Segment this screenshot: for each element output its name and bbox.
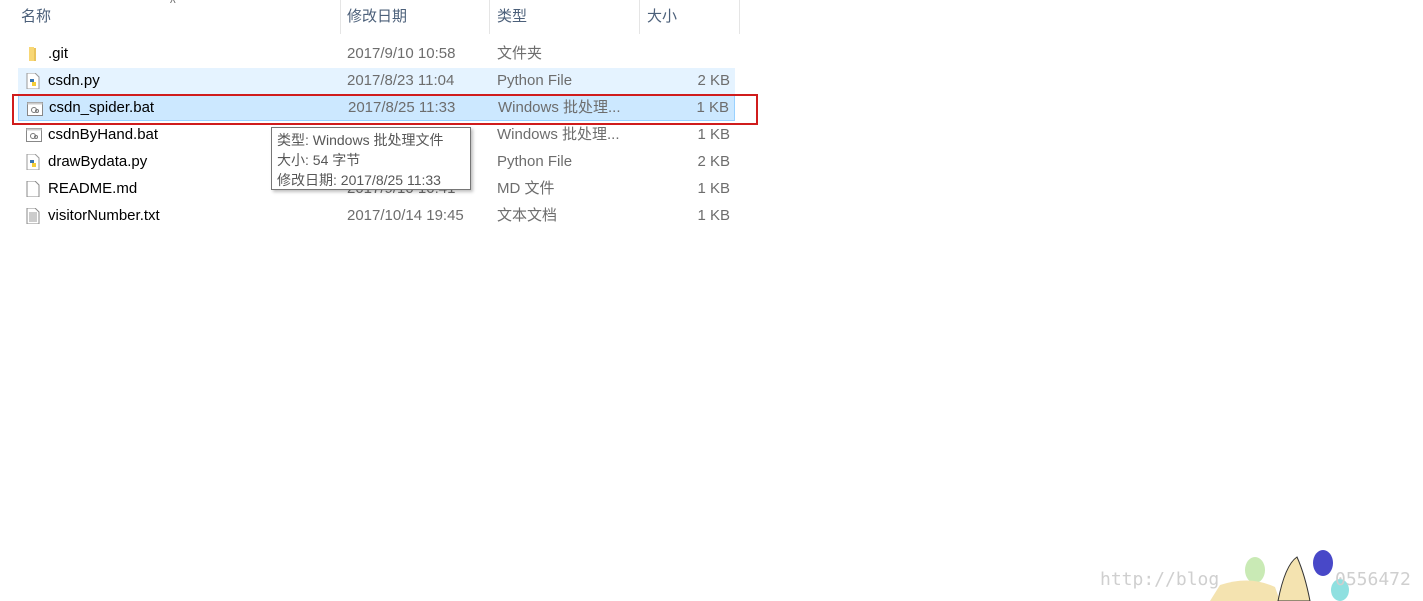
batch-file-icon	[26, 128, 42, 142]
file-name: csdnByHand.bat	[48, 126, 159, 143]
watermark-text: 0556472	[1335, 569, 1411, 590]
file-type: MD 文件	[497, 180, 555, 197]
file-type: 文本文档	[497, 207, 558, 224]
file-date: 2017/8/23 11:04	[347, 72, 455, 89]
file-size: 1 KB	[697, 180, 730, 197]
folder-icon	[29, 47, 36, 61]
file-date: 2017/9/10 10:58	[347, 45, 456, 62]
python-file-icon	[26, 154, 40, 170]
python-file-icon	[26, 73, 40, 89]
file-row[interactable]: visitorNumber.txt 2017/10/14 19:45 文本文档 1 K…	[18, 203, 735, 229]
column-size[interactable]: 大小	[647, 0, 677, 34]
column-name[interactable]: 名称	[21, 0, 51, 34]
file-name: csdn.py	[48, 72, 100, 89]
column-header: 名称 ^ 修改日期 类型 大小	[0, 0, 740, 34]
sort-ascending-icon: ^	[170, 0, 176, 10]
file-row[interactable]: .git 2017/9/10 10:58 文件夹	[18, 41, 735, 67]
file-name: .git	[48, 45, 69, 62]
file-date: 2017/10/14 19:45	[347, 207, 464, 224]
tooltip-type: 类型: Windows 批处理文件	[277, 132, 444, 148]
watermark-text: http://blog	[1100, 569, 1220, 590]
file-type: Python File	[497, 72, 573, 89]
column-type[interactable]: 类型	[497, 0, 527, 34]
tooltip-size: 大小: 54 字节	[277, 152, 361, 168]
file-name: drawBydata.py	[48, 153, 148, 170]
file-icon	[26, 181, 40, 197]
column-divider[interactable]	[340, 0, 341, 34]
file-row[interactable]: csdn.py 2017/8/23 11:04 Python File 2 KB	[18, 68, 735, 94]
column-divider[interactable]	[739, 0, 740, 34]
file-size: 1 KB	[697, 207, 730, 224]
highlight-box	[12, 94, 758, 125]
file-size: 2 KB	[697, 153, 730, 170]
tooltip-date: 修改日期: 2017/8/25 11:33	[277, 172, 441, 188]
file-tooltip: 类型: Windows 批处理文件 大小: 54 字节 修改日期: 2017/8…	[271, 127, 471, 190]
file-size: 1 KB	[697, 126, 730, 143]
column-divider[interactable]	[639, 0, 640, 34]
column-divider[interactable]	[489, 0, 490, 34]
text-file-icon	[26, 208, 40, 224]
file-name: visitorNumber.txt	[48, 207, 160, 224]
file-type: Python File	[497, 153, 573, 170]
file-type: Windows 批处理...	[497, 126, 620, 143]
column-date[interactable]: 修改日期	[347, 0, 407, 34]
file-type: 文件夹	[497, 45, 543, 62]
file-name: README.md	[48, 180, 138, 197]
file-size: 2 KB	[697, 72, 730, 89]
